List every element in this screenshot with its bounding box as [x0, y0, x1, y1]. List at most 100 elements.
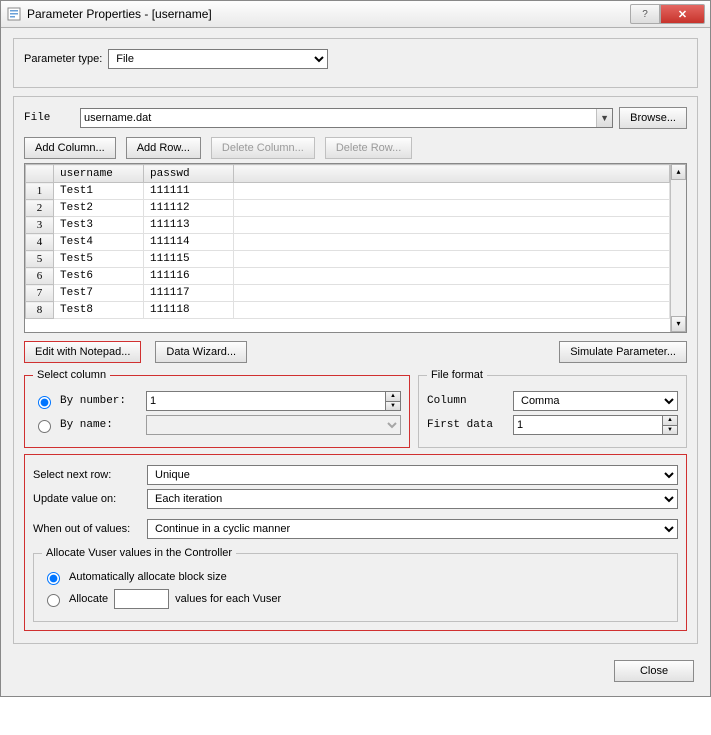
window-title: Parameter Properties - [username] [27, 7, 630, 21]
row-number[interactable]: 1 [26, 183, 54, 200]
cell-empty [234, 200, 670, 217]
cell[interactable]: 111115 [144, 251, 234, 268]
table-row[interactable]: 8Test8111118 [26, 302, 670, 319]
top-group: Parameter type: File [13, 38, 698, 88]
cell-empty [234, 234, 670, 251]
add-row-button[interactable]: Add Row... [126, 137, 201, 159]
select-column-legend: Select column [33, 369, 110, 381]
table-row[interactable]: 1Test1111111 [26, 183, 670, 200]
edit-notepad-button[interactable]: Edit with Notepad... [24, 341, 141, 363]
app-icon [6, 6, 22, 22]
row-number[interactable]: 4 [26, 234, 54, 251]
spin-down-icon[interactable]: ▼ [385, 401, 401, 412]
row-number[interactable]: 8 [26, 302, 54, 319]
first-data-label: First data [427, 419, 507, 431]
row-number[interactable]: 3 [26, 217, 54, 234]
cell[interactable]: Test6 [54, 268, 144, 285]
out-of-values-label: When out of values: [33, 523, 143, 535]
dialog-window: Parameter Properties - [username] ? ✕ Pa… [0, 0, 711, 697]
col-header[interactable]: passwd [144, 165, 234, 183]
cell-empty [234, 285, 670, 302]
chevron-down-icon[interactable]: ▼ [596, 109, 612, 127]
data-table[interactable]: username passwd 1Test11111112Test2111112… [25, 164, 670, 319]
column-delim-label: Column [427, 395, 507, 407]
row-number[interactable]: 7 [26, 285, 54, 302]
by-number-input[interactable] [146, 391, 385, 411]
spin-down-icon[interactable]: ▼ [662, 425, 678, 436]
scrollbar[interactable]: ▴ ▾ [670, 164, 686, 332]
table-row[interactable]: 5Test5111115 [26, 251, 670, 268]
param-type-label: Parameter type: [24, 53, 102, 65]
row-number[interactable]: 5 [26, 251, 54, 268]
spin-up-icon[interactable]: ▲ [662, 415, 678, 425]
first-data-spinner[interactable]: ▲▼ [513, 415, 678, 435]
auto-allocate-label: Automatically allocate block size [69, 571, 227, 583]
row-number[interactable]: 2 [26, 200, 54, 217]
row-header-blank [26, 165, 54, 183]
cell[interactable]: 111114 [144, 234, 234, 251]
by-number-spinner[interactable]: ▲▼ [146, 391, 401, 411]
table-row[interactable]: 4Test4111114 [26, 234, 670, 251]
cell[interactable]: 111116 [144, 268, 234, 285]
update-value-select[interactable]: Each iteration [147, 489, 678, 509]
col-header-empty [234, 165, 670, 183]
by-number-radio[interactable] [38, 396, 51, 409]
file-label: File [24, 112, 74, 124]
table-row[interactable]: 3Test3111113 [26, 217, 670, 234]
cell-empty [234, 268, 670, 285]
simulate-parameter-button[interactable]: Simulate Parameter... [559, 341, 687, 363]
out-of-values-select[interactable]: Continue in a cyclic manner [147, 519, 678, 539]
cell[interactable]: 111112 [144, 200, 234, 217]
cell[interactable]: Test7 [54, 285, 144, 302]
titlebar: Parameter Properties - [username] ? ✕ [1, 1, 710, 28]
allocate-radio[interactable] [47, 594, 60, 607]
auto-allocate-radio[interactable] [47, 572, 60, 585]
allocate-count-input[interactable] [114, 589, 169, 609]
param-type-select[interactable]: File [108, 49, 328, 69]
table-row[interactable]: 6Test6111116 [26, 268, 670, 285]
cell[interactable]: Test2 [54, 200, 144, 217]
first-data-input[interactable] [513, 415, 662, 435]
allocate-suffix-label: values for each Vuser [175, 593, 281, 605]
update-value-label: Update value on: [33, 493, 143, 505]
window-close-button[interactable]: ✕ [660, 4, 705, 24]
table-row[interactable]: 2Test2111112 [26, 200, 670, 217]
file-format-legend: File format [427, 369, 487, 381]
cell[interactable]: Test5 [54, 251, 144, 268]
titlebar-controls: ? ✕ [630, 4, 705, 24]
help-button[interactable]: ? [630, 4, 660, 24]
allocate-fieldset: Allocate Vuser values in the Controller … [33, 547, 678, 622]
add-column-button[interactable]: Add Column... [24, 137, 116, 159]
delete-row-button[interactable]: Delete Row... [325, 137, 412, 159]
spin-up-icon[interactable]: ▲ [385, 391, 401, 401]
close-button[interactable]: Close [614, 660, 694, 682]
allocate-label: Allocate [69, 593, 108, 605]
by-name-select[interactable] [146, 415, 401, 435]
cell[interactable]: 111113 [144, 217, 234, 234]
cell[interactable]: Test4 [54, 234, 144, 251]
allocate-legend: Allocate Vuser values in the Controller [42, 547, 236, 559]
column-delim-select[interactable]: Comma [513, 391, 678, 411]
select-next-row-select[interactable]: Unique [147, 465, 678, 485]
file-input[interactable] [81, 109, 596, 127]
cell[interactable]: 111118 [144, 302, 234, 319]
cell[interactable]: 111117 [144, 285, 234, 302]
file-format-fieldset: File format Column Comma First data ▲▼ [418, 369, 687, 448]
cell[interactable]: 111111 [144, 183, 234, 200]
browse-button[interactable]: Browse... [619, 107, 687, 129]
delete-column-button[interactable]: Delete Column... [211, 137, 315, 159]
cell[interactable]: Test1 [54, 183, 144, 200]
scroll-up-icon[interactable]: ▴ [671, 164, 686, 180]
col-header[interactable]: username [54, 165, 144, 183]
file-combo[interactable]: ▼ [80, 108, 613, 128]
cell[interactable]: Test3 [54, 217, 144, 234]
cell[interactable]: Test8 [54, 302, 144, 319]
table-row[interactable]: 7Test7111117 [26, 285, 670, 302]
scroll-down-icon[interactable]: ▾ [671, 316, 686, 332]
cell-empty [234, 217, 670, 234]
data-wizard-button[interactable]: Data Wizard... [155, 341, 247, 363]
row-number[interactable]: 6 [26, 268, 54, 285]
next-row-section: Select next row: Unique Update value on:… [24, 454, 687, 631]
by-name-radio[interactable] [38, 420, 51, 433]
cell-empty [234, 302, 670, 319]
